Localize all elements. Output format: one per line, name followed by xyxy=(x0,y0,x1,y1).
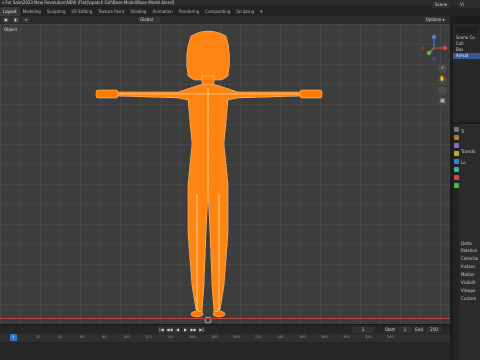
zoom-icon[interactable]: ⌕ xyxy=(438,64,447,73)
instancing-section[interactable]: Instanc xyxy=(461,264,476,269)
custom-properties-section[interactable]: Custom xyxy=(461,296,476,301)
start-frame-field[interactable]: 1 xyxy=(398,327,412,333)
tick-label: 180 xyxy=(211,335,218,339)
render-tab-icon[interactable] xyxy=(454,135,459,140)
tick-label: 240 xyxy=(277,335,284,339)
tab-compositing[interactable]: Compositing xyxy=(202,7,233,16)
object-tab-icon[interactable] xyxy=(454,151,459,156)
camera-view-icon[interactable]: 🎥 xyxy=(438,86,447,95)
output-tab-icon[interactable] xyxy=(454,143,459,148)
tab-rendering[interactable]: Rendering xyxy=(176,7,202,16)
tick-label: 220 xyxy=(255,335,262,339)
tab-animation[interactable]: Animation xyxy=(149,7,175,16)
motion-paths-section[interactable]: Motion xyxy=(461,272,475,277)
window-title: s For Sale\2023 New Revolution\NEW (Flat… xyxy=(0,0,480,6)
pan-hand-icon[interactable]: ✋ xyxy=(438,75,447,84)
tab-modeling[interactable]: Modeling xyxy=(20,7,44,16)
3d-viewport[interactable]: Object ⌕ ✋ 🎥 ▦ xyxy=(0,24,450,324)
playhead[interactable]: 1 xyxy=(10,334,17,341)
tick-label: 40 xyxy=(58,335,63,339)
workspace-tab-bar: Layout Modeling Sculpting UV Editing Tex… xyxy=(0,7,480,16)
add-workspace-button[interactable]: + xyxy=(257,9,265,15)
properties-tab-strip xyxy=(453,124,459,360)
tab-layout[interactable]: Layout xyxy=(0,7,20,16)
character-model[interactable] xyxy=(0,24,450,324)
current-frame-field[interactable]: 1 xyxy=(352,327,374,333)
jump-end-icon[interactable]: ▶| xyxy=(198,327,205,333)
tab-uv-editing[interactable]: UV Editing xyxy=(69,7,96,16)
tick-label: 320 xyxy=(365,335,372,339)
perspective-toggle-icon[interactable]: ▦ xyxy=(438,97,447,106)
transform-orientation-select[interactable]: Global xyxy=(138,17,160,23)
modifier-tab-icon[interactable] xyxy=(454,159,459,164)
data-tab-icon[interactable] xyxy=(454,183,459,188)
viewport-display-section[interactable]: Viewpo xyxy=(461,288,475,293)
properties-object-name: Tr xyxy=(461,129,465,134)
view-menu[interactable]: ≡ xyxy=(22,17,30,23)
start-label: Start xyxy=(384,327,396,333)
tick-label: 80 xyxy=(102,335,107,339)
navigation-gizmo[interactable] xyxy=(420,34,448,62)
play-reverse-icon[interactable]: ◀ xyxy=(174,327,181,333)
tick-label: 60 xyxy=(80,335,85,339)
tool-tab-icon[interactable] xyxy=(454,127,459,132)
tick-label: 160 xyxy=(189,335,196,339)
tab-scripting[interactable]: Scripting xyxy=(233,7,257,16)
end-label: End xyxy=(414,327,424,333)
end-frame-field[interactable]: 250 xyxy=(426,327,442,333)
jump-start-icon[interactable]: |◀ xyxy=(158,327,165,333)
tick-label: 260 xyxy=(299,335,306,339)
tick-label: 100 xyxy=(123,335,130,339)
constraint-tab-icon[interactable] xyxy=(454,175,459,180)
tab-sculpting[interactable]: Sculpting xyxy=(44,7,69,16)
mode-button[interactable]: ◧ xyxy=(12,17,20,23)
jump-keyframe-forward-icon[interactable]: ▶▶ xyxy=(190,327,197,333)
timeline-ruler[interactable]: 0 20 40 60 80 100 120 140 160 180 200 22… xyxy=(0,334,450,342)
tick-label: 340 xyxy=(387,335,394,339)
visibility-section[interactable]: Visibilit xyxy=(461,280,475,285)
x-axis-line xyxy=(0,318,450,319)
outliner-panel: Scene Co Coll Bas Armat xyxy=(452,24,480,122)
physics-tab-icon[interactable] xyxy=(454,167,459,172)
tick-label: 140 xyxy=(167,335,174,339)
outliner-search-input[interactable] xyxy=(455,26,478,33)
options-button[interactable]: Options ▾ xyxy=(424,17,446,23)
tab-shading[interactable]: Shading xyxy=(127,7,149,16)
transform-section[interactable]: Transfo xyxy=(461,149,475,154)
tick-label: 200 xyxy=(233,335,240,339)
timeline-body[interactable] xyxy=(0,342,450,360)
location-label: Lo xyxy=(461,160,466,165)
scene-selector[interactable]: Scene xyxy=(431,1,451,8)
collections-section[interactable]: Collectio xyxy=(461,256,478,261)
view-layer-selector[interactable]: Vi xyxy=(458,1,480,8)
properties-panel: Tr Transfo Lo Delta Relation Collectio I… xyxy=(452,124,480,360)
tick-label: 300 xyxy=(343,335,350,339)
jump-keyframe-back-icon[interactable]: ◀◀ xyxy=(166,327,173,333)
delta-transform-section[interactable]: Delta xyxy=(461,241,472,246)
editor-type-button[interactable]: ▣ xyxy=(2,17,10,23)
tab-texture-paint[interactable]: Texture Paint xyxy=(95,7,127,16)
tick-label: 280 xyxy=(321,335,328,339)
timeline-header: |◀ ◀◀ ◀ ▶ ▶▶ ▶| 1 Start 1 End 250 xyxy=(0,324,450,334)
relations-section[interactable]: Relation xyxy=(461,248,477,253)
tick-label: 20 xyxy=(36,335,41,339)
viewport-header: ▣ ◧ ≡ xyxy=(0,16,450,24)
tick-label: 120 xyxy=(145,335,152,339)
outliner-row-armature[interactable]: Armat xyxy=(453,53,480,59)
play-icon[interactable]: ▶ xyxy=(182,327,189,333)
